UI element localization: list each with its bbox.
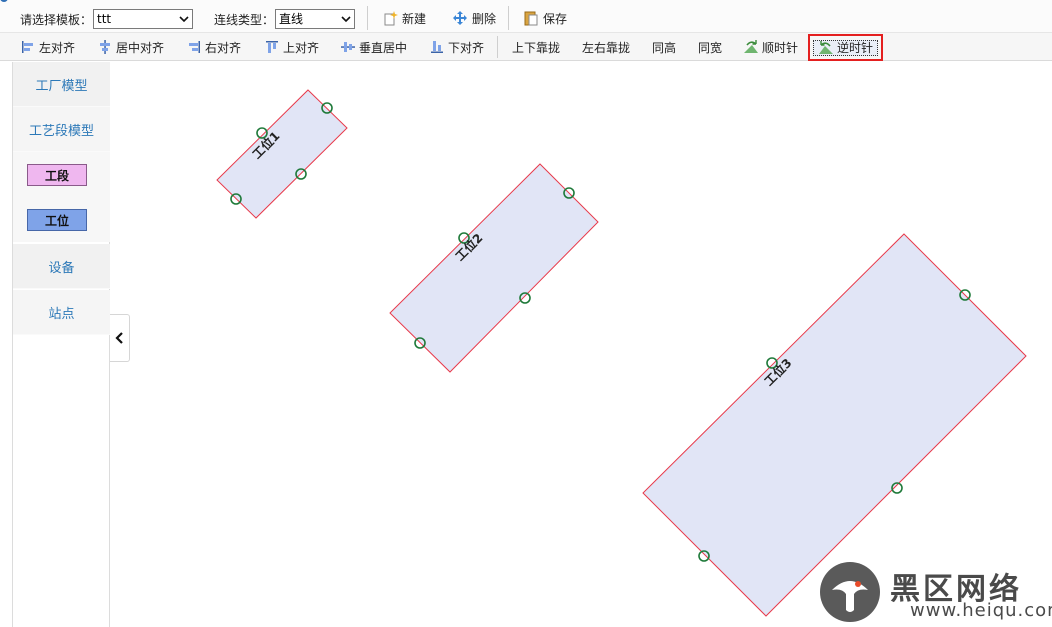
template-label: 请选择模板： xyxy=(20,13,93,27)
rotate-counterclockwise-label: 逆时针 xyxy=(837,41,874,55)
vertical-snap-label: 上下靠拢 xyxy=(512,40,561,55)
align-left-button[interactable]: 左对齐 xyxy=(20,36,75,58)
align-bottom-icon xyxy=(431,41,443,53)
new-button[interactable]: 新建 xyxy=(382,7,426,29)
template-select-value: ttt xyxy=(97,12,112,26)
rotate-clockwise-button[interactable]: 顺时针 xyxy=(743,36,798,58)
vertical-snap-button[interactable]: 上下靠拢 xyxy=(512,36,560,58)
align-toolbar: 左对齐 居中对齐 右对齐 上对齐 垂直居中 下对齐 上下靠拢 左右靠拢 同高 同… xyxy=(0,33,1052,61)
sidebar-item-equipment[interactable]: 设备 xyxy=(13,244,110,289)
same-width-button[interactable]: 同宽 xyxy=(698,36,722,58)
horizontal-snap-label: 左右靠拢 xyxy=(582,40,631,55)
link-type-select[interactable]: 直线 xyxy=(275,9,355,29)
sidebar-shape-palette: 工段 工位 xyxy=(13,152,110,242)
design-canvas[interactable]: 工位1 工位2 工位3 xyxy=(111,62,1052,627)
station-shape[interactable]: 工位 xyxy=(27,209,87,231)
sidebar-item-label: 设备 xyxy=(48,260,75,276)
move-arrows-icon xyxy=(453,11,467,25)
align-right-icon xyxy=(189,41,200,53)
rotate-counterclockwise-button[interactable]: 逆时针 xyxy=(808,34,884,61)
horizontal-snap-button[interactable]: 左右靠拢 xyxy=(582,36,630,58)
same-height-label: 同高 xyxy=(652,40,677,55)
toolbar-divider xyxy=(497,36,498,58)
rotate-clockwise-label: 顺时针 xyxy=(762,40,799,55)
sidebar-item-site[interactable]: 站点 xyxy=(13,290,110,335)
toolbar-divider xyxy=(367,6,368,30)
align-left-icon xyxy=(22,41,33,53)
segment-shape-label: 工段 xyxy=(44,169,69,183)
station-shape-label: 工位 xyxy=(44,214,69,228)
station-node-3[interactable]: 工位3 xyxy=(642,233,1027,617)
new-file-icon xyxy=(384,11,398,26)
align-bottom-label: 下对齐 xyxy=(448,40,485,55)
vertical-center-label: 垂直居中 xyxy=(359,40,408,55)
delete-button[interactable]: 删除 xyxy=(452,7,496,29)
save-button[interactable]: 保存 xyxy=(523,7,567,29)
same-height-button[interactable]: 同高 xyxy=(652,36,676,58)
chevron-down-icon xyxy=(179,16,189,23)
sidebar-item-factory-model[interactable]: 工厂模型 xyxy=(13,62,110,107)
clipboard-icon xyxy=(524,11,538,26)
align-right-button[interactable]: 右对齐 xyxy=(186,36,241,58)
delete-button-label: 删除 xyxy=(472,11,497,26)
align-center-icon xyxy=(100,40,110,54)
segment-shape[interactable]: 工段 xyxy=(27,164,87,186)
station-node-1[interactable]: 工位1 xyxy=(216,89,348,219)
new-button-label: 新建 xyxy=(402,11,427,26)
align-right-label: 右对齐 xyxy=(205,40,242,55)
watermark-url: www.heiqu.com xyxy=(910,600,1052,621)
sidebar-item-label: 站点 xyxy=(48,306,75,322)
site-watermark: 黑区网络 www.heiqu.com xyxy=(818,560,1052,624)
template-select[interactable]: ttt xyxy=(93,9,193,29)
same-width-label: 同宽 xyxy=(698,40,723,55)
sidebar-item-label: 工艺段模型 xyxy=(28,123,94,139)
rotate-counterclockwise-focus: 逆时针 xyxy=(813,39,879,56)
rotate-clockwise-icon xyxy=(744,40,758,53)
align-center-button[interactable]: 居中对齐 xyxy=(97,36,164,58)
align-left-label: 左对齐 xyxy=(39,40,76,55)
align-bottom-button[interactable]: 下对齐 xyxy=(429,36,484,58)
chevron-down-icon xyxy=(341,16,351,23)
main-toolbar: 请选择模板： ttt 连线类型： 直线 新建 删除 保存 xyxy=(0,0,1052,33)
app-logo xyxy=(0,0,8,2)
sidebar-item-label: 工厂模型 xyxy=(35,78,88,94)
align-center-label: 居中对齐 xyxy=(116,40,165,55)
link-type-label: 连线类型： xyxy=(214,13,275,27)
palette-sidebar: 工厂模型 工艺段模型 工段 工位 设备 站点 xyxy=(12,62,110,627)
rotate-counterclockwise-icon xyxy=(819,40,833,54)
save-button-label: 保存 xyxy=(543,11,568,26)
watermark-logo-icon xyxy=(820,562,880,622)
vertical-center-button[interactable]: 垂直居中 xyxy=(340,36,407,58)
align-top-button[interactable]: 上对齐 xyxy=(264,36,319,58)
align-top-icon xyxy=(266,41,278,53)
align-top-label: 上对齐 xyxy=(283,40,320,55)
link-type-select-value: 直线 xyxy=(279,12,304,26)
sidebar-item-process-segment-model[interactable]: 工艺段模型 xyxy=(13,107,110,152)
vertical-center-icon xyxy=(341,42,355,52)
toolbar-divider xyxy=(508,6,509,30)
station-node-2[interactable]: 工位2 xyxy=(389,163,599,373)
